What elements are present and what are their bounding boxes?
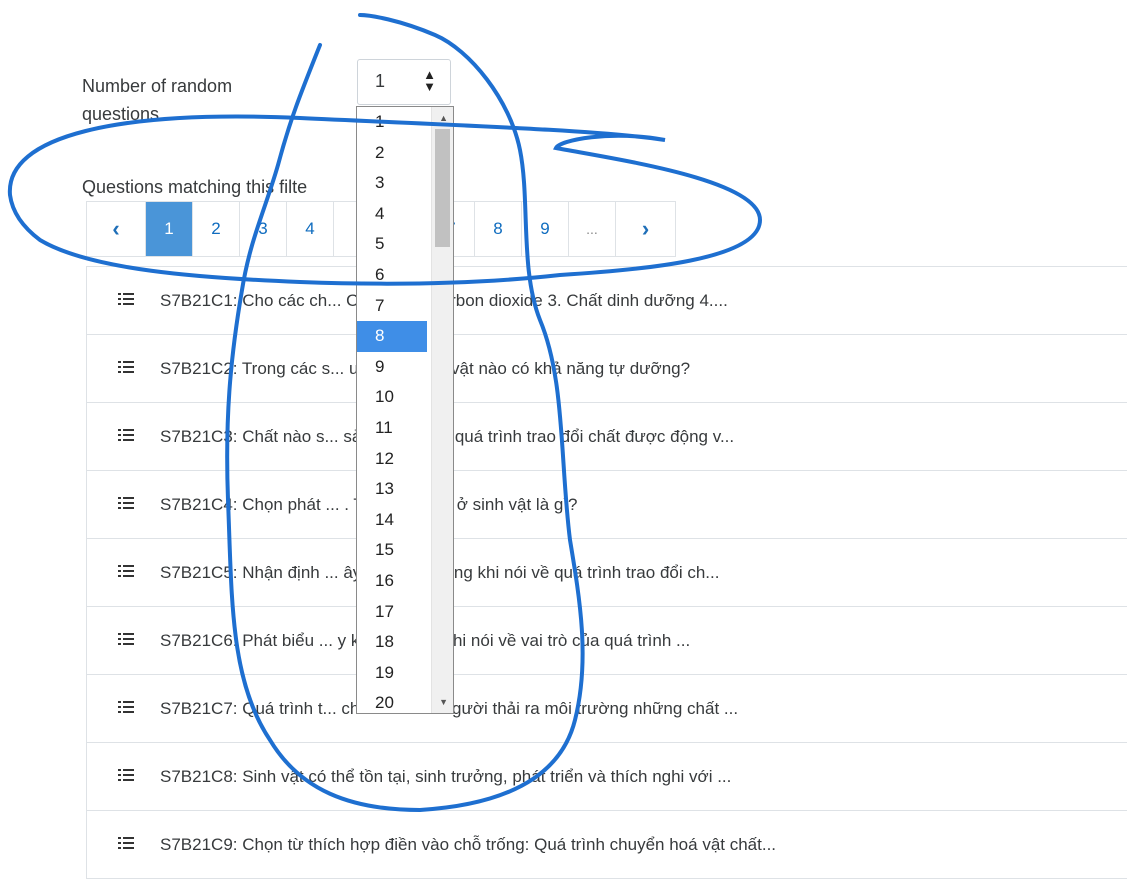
- list-item[interactable]: S7B21C4: Chọn phát ... . Trao đổi chất ở…: [86, 471, 1127, 539]
- list-icon: [118, 359, 138, 379]
- random-count-value: 1: [375, 71, 386, 91]
- page-ellipsis: ...: [569, 202, 616, 256]
- chevron-right-icon[interactable]: ›: [616, 202, 675, 256]
- list-icon: [118, 427, 138, 447]
- dropdown-option[interactable]: 12: [357, 444, 427, 475]
- dropdown-option[interactable]: 19: [357, 658, 427, 689]
- dropdown-option[interactable]: 5: [357, 229, 427, 260]
- list-icon: [118, 767, 138, 787]
- page-link[interactable]: 1: [146, 202, 193, 256]
- dropdown-option[interactable]: 16: [357, 566, 427, 597]
- list-item[interactable]: S7B21C6: Phát biểu ... y không đúng khi …: [86, 607, 1127, 675]
- list-item[interactable]: S7B21C1: Cho các ch... Oxygen 2. Carbon …: [86, 267, 1127, 335]
- dropdown-option[interactable]: 9: [357, 352, 427, 383]
- dropdown-option[interactable]: 15: [357, 535, 427, 566]
- page-link[interactable]: 4: [287, 202, 334, 256]
- dropdown-option[interactable]: 10: [357, 382, 427, 413]
- list-icon: [118, 563, 138, 583]
- random-questions-label: Number of random questions: [82, 76, 233, 124]
- list-item[interactable]: S7B21C5: Nhận định ... ây là không đúng …: [86, 539, 1127, 607]
- list-icon: [118, 631, 138, 651]
- question-title: S7B21C9: Chọn từ thích hợp điền vào chỗ …: [160, 834, 777, 854]
- list-item[interactable]: S7B21C8: Sinh vật có thể tồn tại, sinh t…: [86, 743, 1127, 811]
- dropdown-option[interactable]: 11: [357, 413, 427, 444]
- list-icon: [118, 495, 138, 515]
- dropdown-option[interactable]: 1: [357, 107, 427, 138]
- list-item[interactable]: S7B21C3: Chất nào s... sản phẩm của quá …: [86, 403, 1127, 471]
- dropdown-option[interactable]: 18: [357, 627, 427, 658]
- dropdown-option[interactable]: 6: [357, 260, 427, 291]
- scrollbar-thumb[interactable]: [435, 129, 450, 247]
- scroll-down-icon[interactable]: ▼: [439, 697, 448, 707]
- dropdown-option[interactable]: 20: [357, 688, 427, 713]
- dropdown-option[interactable]: 2: [357, 138, 427, 169]
- list-icon: [118, 699, 138, 719]
- list-item[interactable]: S7B21C9: Chọn từ thích hợp điền vào chỗ …: [86, 811, 1127, 879]
- list-item[interactable]: S7B21C2: Trong các s... u, nhóm sinh vật…: [86, 335, 1127, 403]
- page-link[interactable]: 8: [475, 202, 522, 256]
- scroll-up-icon[interactable]: ▲: [439, 113, 448, 123]
- chevron-left-icon[interactable]: ‹: [87, 202, 146, 256]
- page-link[interactable]: 2: [193, 202, 240, 256]
- dropdown-option[interactable]: 3: [357, 168, 427, 199]
- random-count-select[interactable]: 1 ▲ ▼: [357, 59, 451, 105]
- question-list: S7B21C1: Cho các ch... Oxygen 2. Carbon …: [86, 266, 1127, 879]
- dropdown-option-selected[interactable]: 8: [357, 321, 427, 352]
- dropdown-scrollbar[interactable]: ▲ ▼: [431, 107, 453, 713]
- select-arrows-icon: ▲ ▼: [423, 67, 436, 94]
- dropdown-option[interactable]: 13: [357, 474, 427, 505]
- matching-questions-label: Questions matching this filte: [82, 177, 308, 197]
- dropdown-option[interactable]: 7: [357, 291, 427, 322]
- dropdown-option[interactable]: 14: [357, 505, 427, 536]
- list-item[interactable]: S7B21C7: Quá trình t... chất của con ngư…: [86, 675, 1127, 743]
- random-count-dropdown[interactable]: 1 2 3 4 5 6 7 8 9 10 11 12 13 14 15 16 1…: [356, 106, 454, 714]
- list-icon: [118, 835, 138, 855]
- page-link[interactable]: 3: [240, 202, 287, 256]
- dropdown-option[interactable]: 4: [357, 199, 427, 230]
- list-icon: [118, 291, 138, 311]
- question-title: S7B21C8: Sinh vật có thể tồn tại, sinh t…: [160, 766, 732, 786]
- dropdown-option[interactable]: 17: [357, 597, 427, 628]
- page-link[interactable]: 9: [522, 202, 569, 256]
